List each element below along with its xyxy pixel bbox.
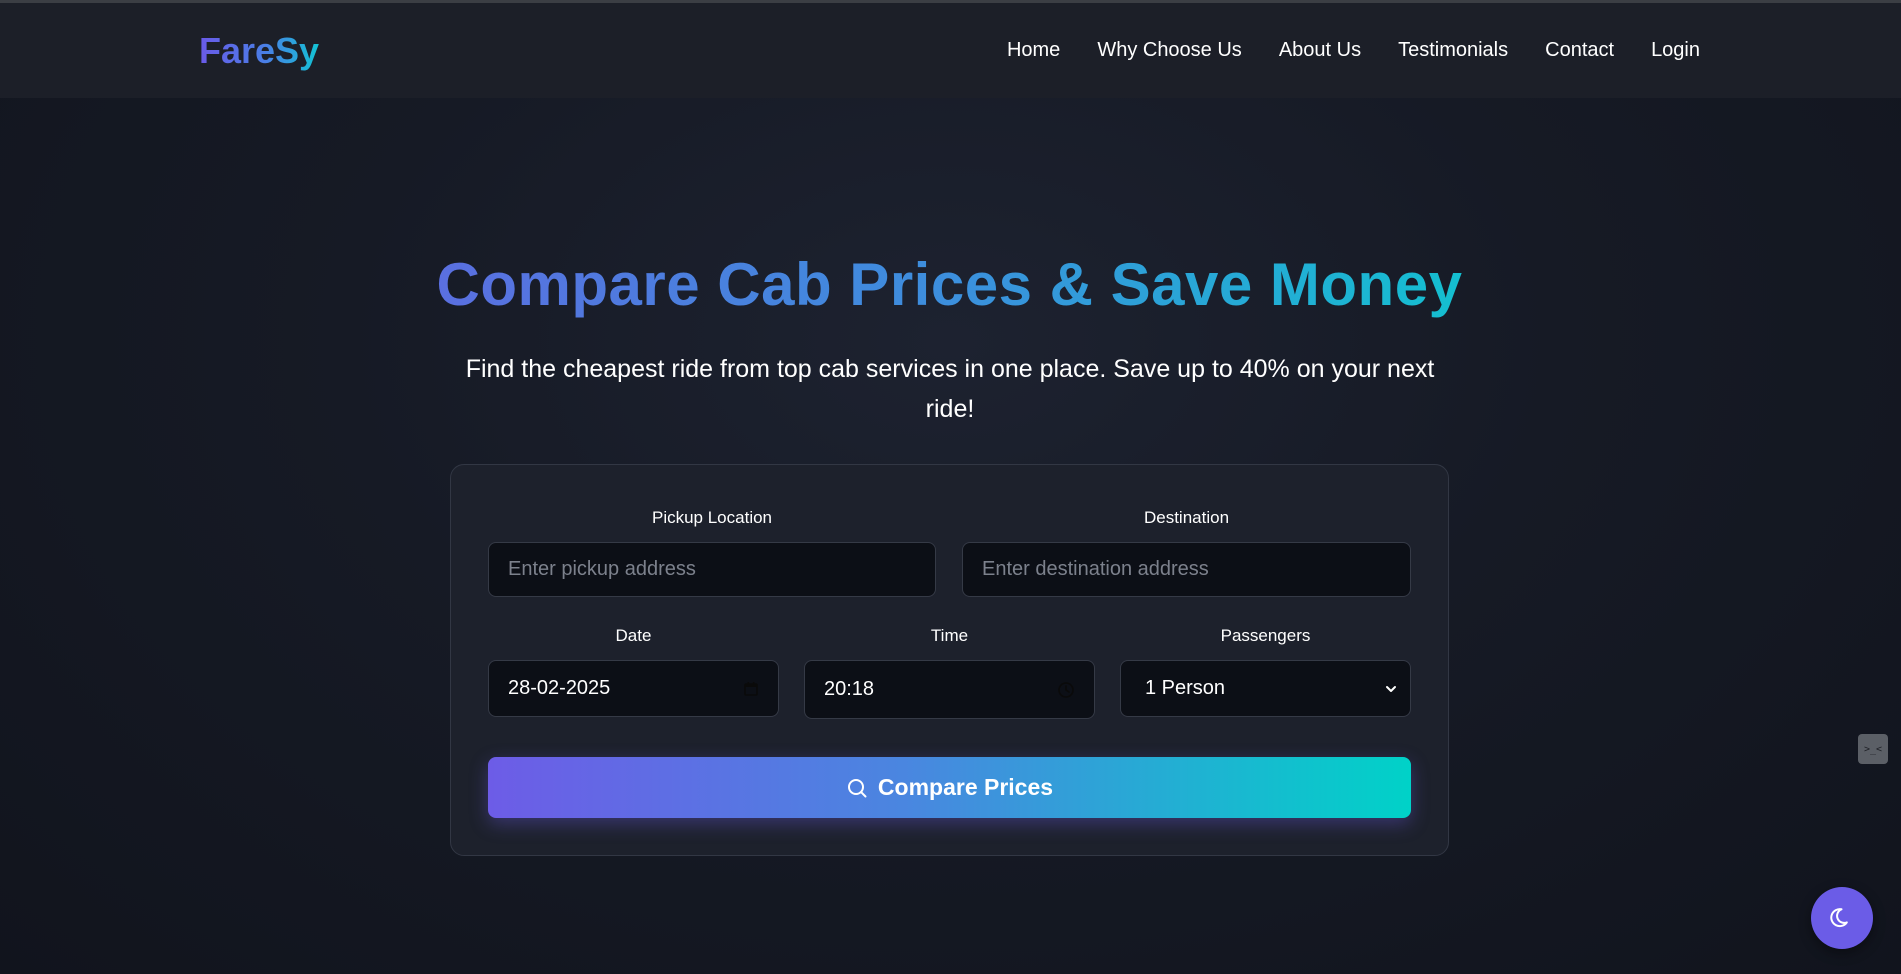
- time-label: Time: [930, 626, 969, 645]
- date-label: Date: [615, 626, 652, 645]
- navbar: FareSy Home Why Choose Us About Us Testi…: [0, 3, 1901, 98]
- hero-subtitle: Find the cheapest ride from top cab serv…: [465, 355, 1435, 423]
- nav-links: Home Why Choose Us About Us Testimonials…: [1007, 39, 1700, 62]
- nav-why-choose-us-link[interactable]: Why Choose Us: [1097, 39, 1242, 62]
- passengers-value: 1 Person: [1145, 677, 1226, 699]
- date-input[interactable]: 28-02-2025: [488, 660, 779, 717]
- brand-logo[interactable]: FareSy: [199, 30, 319, 72]
- nav-contact-link[interactable]: Contact: [1545, 39, 1614, 62]
- date-value: 28-02-2025: [508, 677, 611, 699]
- search-icon: [846, 777, 868, 799]
- moon-icon: [1829, 905, 1855, 931]
- nav-about-us-link[interactable]: About Us: [1279, 39, 1361, 62]
- clock-icon[interactable]: [1057, 681, 1075, 699]
- destination-input[interactable]: Enter destination address: [962, 542, 1411, 597]
- nav-testimonials-link[interactable]: Testimonials: [1398, 39, 1508, 62]
- calendar-icon[interactable]: [743, 681, 759, 697]
- compare-prices-button[interactable]: Compare Prices: [488, 757, 1411, 818]
- passengers-select[interactable]: 1 Person: [1120, 660, 1411, 717]
- pickup-input[interactable]: Enter pickup address: [488, 542, 936, 597]
- destination-label: Destination: [1143, 508, 1230, 527]
- pickup-label: Pickup Location: [651, 508, 773, 527]
- nav-login-link[interactable]: Login: [1651, 39, 1700, 62]
- nav-home-link[interactable]: Home: [1007, 39, 1060, 62]
- hero-title: Compare Cab Prices & Save Money: [436, 251, 1463, 318]
- passengers-label: Passengers: [1220, 626, 1311, 645]
- side-extension-widget[interactable]: >_<: [1858, 734, 1888, 764]
- time-value: 20:18: [824, 678, 875, 700]
- search-form-card: Pickup Location Enter pickup address Des…: [450, 464, 1449, 856]
- compare-prices-label: Compare Prices: [877, 774, 1054, 800]
- destination-placeholder: Enter destination address: [982, 558, 1209, 580]
- chevron-down-icon: [1384, 682, 1398, 696]
- theme-toggle-button[interactable]: [1811, 887, 1873, 949]
- time-input[interactable]: 20:18: [804, 660, 1095, 719]
- pickup-placeholder: Enter pickup address: [508, 558, 696, 580]
